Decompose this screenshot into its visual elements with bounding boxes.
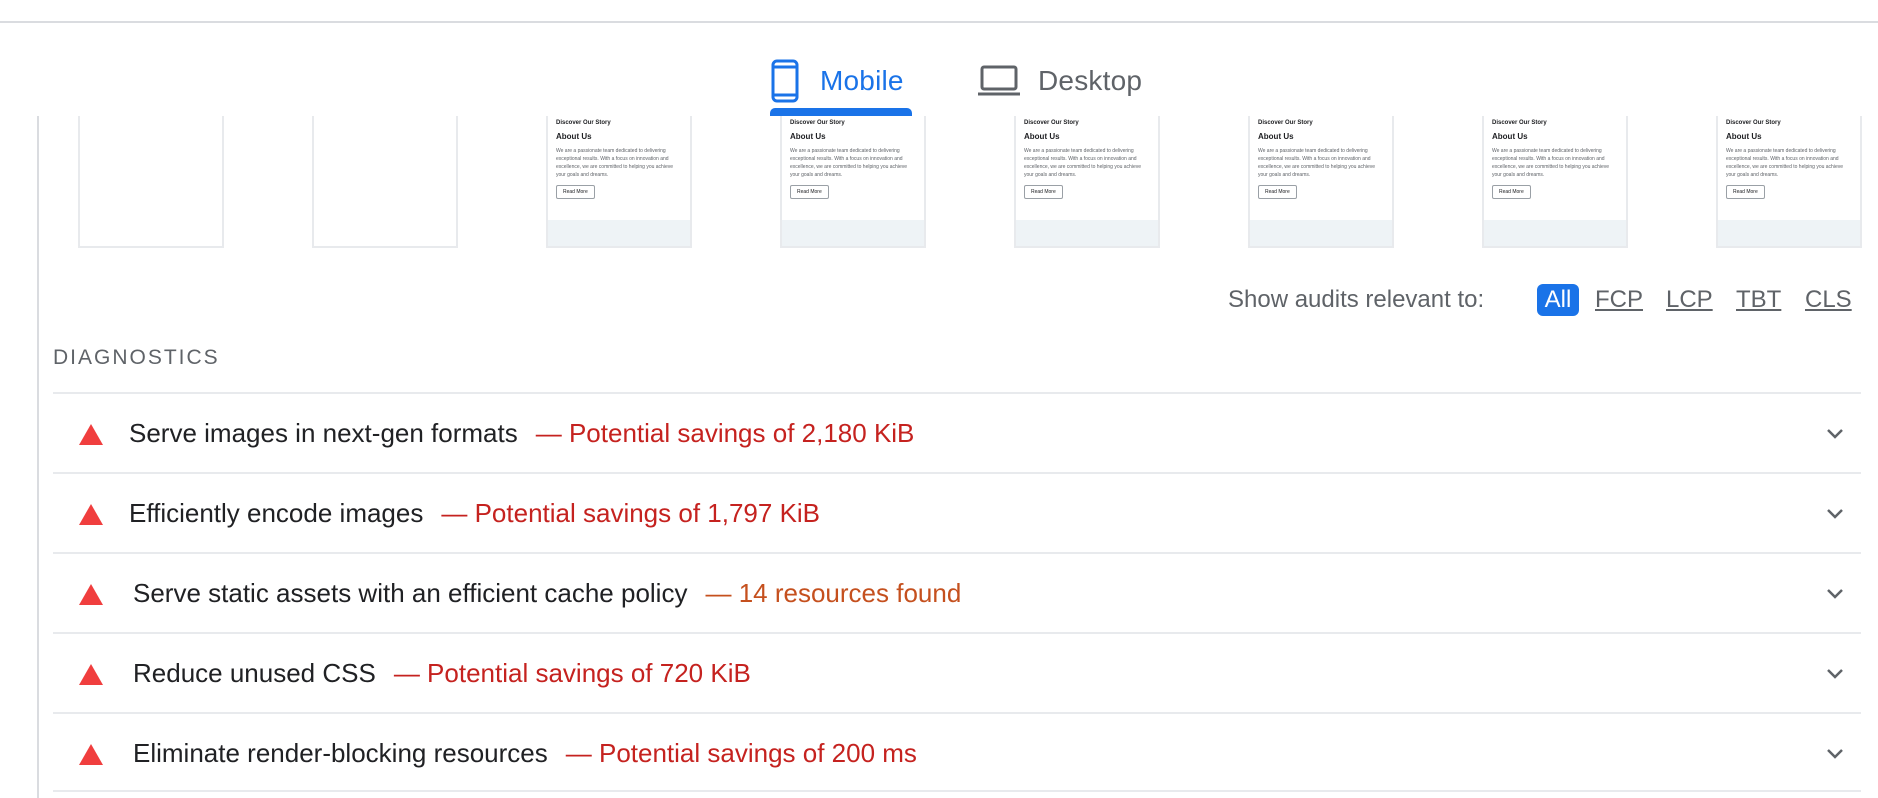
frame-read-more-button: Read More [1726,185,1765,199]
frame-subtitle: Discover Our Story [1726,120,1781,126]
audit-title: Eliminate render-blocking resources [133,737,548,768]
frame-read-more-button: Read More [556,185,595,199]
tab-mobile[interactable]: Mobile [770,46,912,116]
tab-desktop[interactable]: Desktop [978,46,1158,116]
chevron-down-icon[interactable] [1823,582,1847,606]
audit-title: Serve images in next-gen formats [129,417,518,448]
filmstrip-frame: Discover Our Story About Us We are a passi… [546,116,692,248]
frame-subtitle: Discover Our Story [790,120,845,126]
audit-detail: — Potential savings of 2,180 KiB [535,417,915,448]
audit-filter-label: Show audits relevant to: [1228,286,1485,313]
chevron-down-icon[interactable] [1823,422,1847,446]
frame-body: We are a passionate team dedicated to de… [1024,148,1142,178]
frame-title: About Us [1024,132,1060,141]
frame-body: We are a passionate team dedicated to de… [556,148,674,178]
audit-title: Reduce unused CSS [133,657,376,688]
frame-body: We are a passionate team dedicated to de… [790,148,908,178]
audit-filter: Show audits relevant to: All FCP LCP TBT… [0,282,1878,318]
audit-row-render-blocking[interactable]: Eliminate render-blocking resources — Po… [53,712,1861,792]
frame-subtitle: Discover Our Story [1492,120,1547,126]
fail-triangle-icon [79,744,103,765]
laptop-icon [978,65,1020,96]
frame-read-more-button: Read More [1492,185,1531,199]
frame-footer-band [1016,220,1158,246]
filter-chip-lcp[interactable]: LCP [1666,284,1713,316]
frame-footer-band [782,220,924,246]
frame-subtitle: Discover Our Story [556,120,611,126]
frame-footer-band [1250,220,1392,246]
frame-title: About Us [790,132,826,141]
fail-triangle-icon [79,424,103,445]
audit-row-cache-policy[interactable]: Serve static assets with an efficient ca… [53,552,1861,632]
frame-body: We are a passionate team dedicated to de… [1726,148,1844,178]
frame-read-more-button: Read More [1258,185,1297,199]
filter-chip-fcp[interactable]: FCP [1595,284,1643,316]
device-tabs: Mobile Desktop [0,46,1878,116]
filter-chip-all[interactable]: All [1537,284,1579,316]
frame-title: About Us [556,132,592,141]
frame-body: We are a passionate team dedicated to de… [1258,148,1376,178]
chevron-down-icon[interactable] [1823,662,1847,686]
smartphone-icon [771,59,799,103]
frame-content: Discover Our Story About Us We are a passi… [790,120,918,199]
active-tab-indicator [770,108,912,116]
filter-chip-tbt[interactable]: TBT [1736,284,1781,316]
frame-content: Discover Our Story About Us We are a passi… [1024,120,1152,199]
frame-subtitle: Discover Our Story [1024,120,1079,126]
filmstrip-frame [78,116,224,248]
frame-content: Discover Our Story About Us We are a passi… [1726,120,1854,199]
audit-detail: — 14 resources found [705,577,962,608]
filmstrip-frame [312,116,458,248]
tab-mobile-label: Mobile [820,65,904,96]
top-divider [0,21,1878,23]
frame-title: About Us [1726,132,1762,141]
frame-content: Discover Our Story About Us We are a passi… [556,120,684,199]
diagnostics-heading: DIAGNOSTICS [53,346,220,369]
diagnostics-audit-list: Serve images in next-gen formats — Poten… [53,392,1861,792]
frame-content: Discover Our Story About Us We are a passi… [1492,120,1620,199]
chevron-down-icon[interactable] [1823,502,1847,526]
frame-footer-band [548,220,690,246]
audit-row-encode-images[interactable]: Efficiently encode images — Potential sa… [53,472,1861,552]
audit-detail: — Potential savings of 200 ms [565,737,917,768]
fail-triangle-icon [79,664,103,685]
frame-title: About Us [1258,132,1294,141]
frame-title: About Us [1492,132,1528,141]
filter-chip-cls[interactable]: CLS [1805,284,1852,316]
filmstrip-frame: Discover Our Story About Us We are a passi… [1716,116,1862,248]
frame-footer-band [1484,220,1626,246]
filmstrip-frame: Discover Our Story About Us We are a passi… [1248,116,1394,248]
filmstrip-frame: Discover Our Story About Us We are a passi… [1482,116,1628,248]
audit-row-next-gen-formats[interactable]: Serve images in next-gen formats — Poten… [53,392,1861,472]
chevron-down-icon[interactable] [1823,742,1847,766]
tab-desktop-label: Desktop [1038,65,1143,96]
audit-detail: — Potential savings of 720 KiB [393,657,751,688]
fail-triangle-icon [79,504,103,525]
filmstrip-frame: Discover Our Story About Us We are a passi… [1014,116,1160,248]
frame-content: Discover Our Story About Us We are a passi… [1258,120,1386,199]
frame-body: We are a passionate team dedicated to de… [1492,148,1610,178]
frame-read-more-button: Read More [1024,185,1063,199]
audit-title: Serve static assets with an efficient ca… [133,577,688,608]
audit-detail: — Potential savings of 1,797 KiB [441,497,821,528]
audit-row-unused-css[interactable]: Reduce unused CSS — Potential savings of… [53,632,1861,712]
frame-subtitle: Discover Our Story [1258,120,1313,126]
frame-footer-band [1718,220,1860,246]
filmstrip-frame: Discover Our Story About Us We are a passi… [780,116,926,248]
frame-read-more-button: Read More [790,185,829,199]
fail-triangle-icon [79,584,103,605]
audit-title: Efficiently encode images [129,497,424,528]
filmstrip: Discover Our Story About Us We are a passi… [0,116,1878,250]
